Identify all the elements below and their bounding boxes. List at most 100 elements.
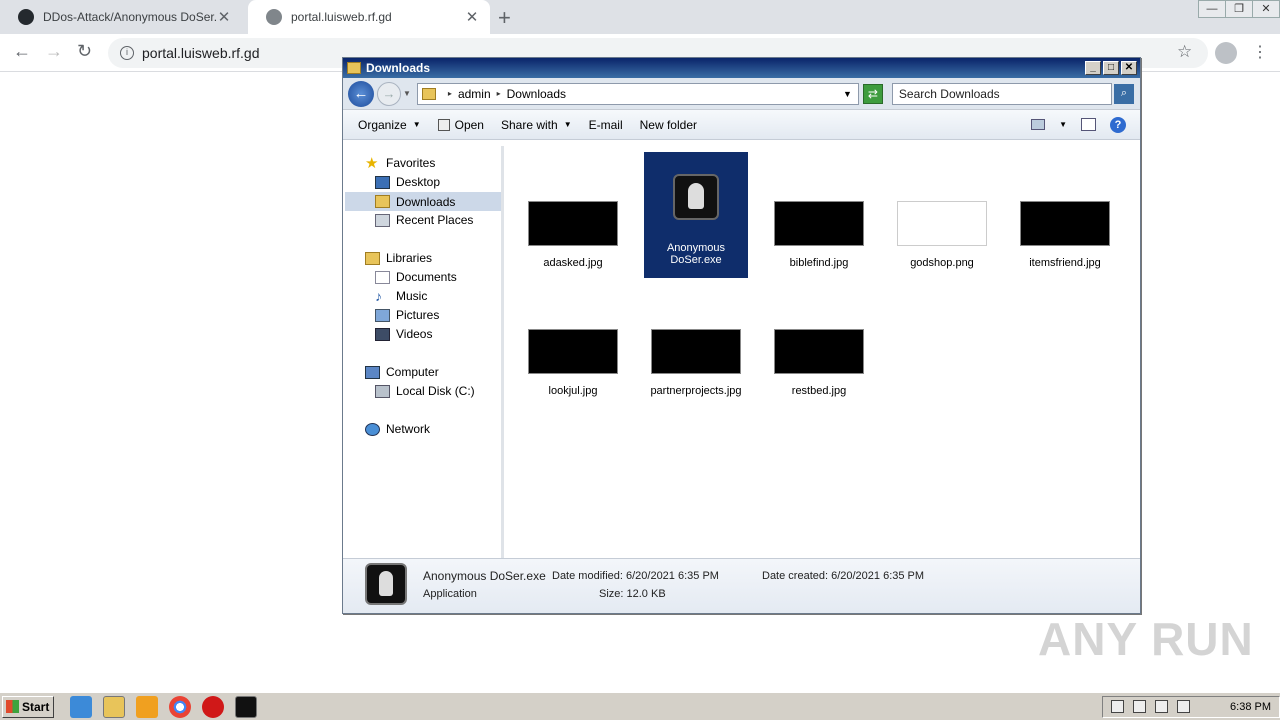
downloads-folder-icon — [375, 195, 390, 208]
explorer-address-row: ← → ▼ ▸ admin ▸ Downloads ▼ ⇄ Search Dow… — [343, 78, 1140, 110]
view-controls: ▼ ? — [1017, 116, 1126, 133]
details-file-name: Anonymous DoSer.exe — [423, 569, 546, 583]
forward-arrow-icon[interactable]: → — [45, 41, 63, 62]
path-bar[interactable]: ▸ admin ▸ Downloads ▼ — [416, 82, 859, 105]
start-button[interactable]: Start — [2, 695, 54, 718]
search-icon[interactable]: ⌕ — [1113, 83, 1134, 104]
tab-close-icon[interactable]: ✕ — [216, 8, 232, 26]
image-thumbnail — [528, 329, 618, 374]
nav-pictures[interactable]: Pictures — [375, 308, 439, 322]
opera-icon[interactable] — [202, 695, 224, 718]
star-icon: ★ — [365, 154, 379, 172]
bookmark-star-icon[interactable]: ☆ — [1177, 42, 1192, 62]
folder-icon — [421, 87, 436, 100]
breadcrumb-admin[interactable]: admin — [458, 87, 491, 101]
file-item[interactable]: partnerprojects.jpg — [644, 329, 748, 397]
nav-computer[interactable]: Computer — [365, 365, 439, 379]
maximize-button[interactable]: □ — [1103, 61, 1119, 75]
chevron-down-icon[interactable]: ▼ — [403, 89, 411, 98]
nav-favorites[interactable]: ★ Favorites — [365, 154, 435, 172]
share-with-button[interactable]: Share with ▼ — [501, 118, 572, 132]
windows-logo-icon — [6, 700, 19, 713]
breadcrumb-downloads[interactable]: Downloads — [507, 87, 566, 101]
explorer-window-controls: _ □ ✕ — [1083, 61, 1137, 75]
nav-desktop[interactable]: Desktop — [375, 175, 440, 189]
computer-icon — [365, 365, 380, 379]
url-text: portal.luisweb.rf.gd — [142, 45, 260, 61]
anonymous-app-icon — [673, 174, 719, 220]
tab-title: DDos-Attack/Anonymous DoSer.exe — [43, 10, 216, 24]
network-tray-icon[interactable] — [1155, 700, 1168, 713]
share-with-label: Share with — [500, 117, 558, 132]
minimize-button[interactable]: — — [1198, 0, 1226, 18]
minimize-button[interactable]: _ — [1085, 61, 1101, 75]
restore-button[interactable]: ❐ — [1225, 0, 1253, 18]
nav-label: Libraries — [386, 251, 433, 265]
kebab-menu-icon[interactable]: ⋮ — [1252, 42, 1268, 62]
file-name: Anonymous DoSer.exe — [666, 242, 726, 266]
back-arrow-icon[interactable]: ← — [348, 80, 374, 107]
chevron-right-icon[interactable]: ▸ — [497, 89, 501, 98]
internet-explorer-icon[interactable] — [70, 695, 92, 718]
recent-places-icon — [375, 213, 390, 227]
file-item[interactable]: godshop.png — [890, 201, 994, 269]
search-input[interactable]: Search Downloads — [891, 82, 1112, 105]
nav-label: Videos — [396, 327, 433, 341]
reload-icon[interactable]: ↻ — [77, 41, 92, 62]
tab-close-icon[interactable]: ✕ — [464, 8, 480, 26]
nav-label: Documents — [396, 270, 457, 284]
file-item[interactable]: adasked.jpg — [521, 201, 625, 269]
folder-icon — [347, 62, 361, 74]
preview-pane-icon[interactable] — [1081, 118, 1096, 131]
chevron-down-icon: ▼ — [563, 120, 572, 129]
tab-github[interactable]: DDos-Attack/Anonymous DoSer.exe ✕ — [0, 0, 242, 34]
nav-libraries[interactable]: Libraries — [365, 251, 432, 265]
nav-recent-places[interactable]: Recent Places — [375, 213, 473, 227]
tray-expand-icon[interactable] — [1111, 700, 1124, 713]
file-name: partnerprojects.jpg — [650, 385, 742, 397]
chevron-down-icon[interactable]: ▼ — [843, 89, 852, 99]
close-button[interactable]: ✕ — [1252, 0, 1280, 18]
email-button[interactable]: E-mail — [589, 118, 623, 132]
anonymous-app-taskbar-icon[interactable] — [235, 695, 257, 718]
help-icon[interactable]: ? — [1110, 116, 1126, 133]
chevron-right-icon[interactable]: ▸ — [448, 89, 452, 98]
file-item[interactable]: itemsfriend.jpg — [1013, 201, 1117, 269]
open-button[interactable]: Open — [437, 118, 484, 132]
speaker-icon[interactable] — [1133, 700, 1146, 713]
profile-avatar[interactable] — [1215, 42, 1237, 64]
nav-local-disk[interactable]: Local Disk (C:) — [375, 384, 475, 398]
nav-downloads[interactable]: Downloads — [345, 192, 501, 211]
file-list: adasked.jpg Anonymous DoSer.exe biblefin… — [507, 146, 1140, 558]
nav-videos[interactable]: Videos — [375, 327, 432, 341]
back-arrow-icon[interactable]: ← — [13, 41, 31, 62]
change-view-icon[interactable] — [1031, 119, 1046, 130]
explorer-taskbar-icon[interactable] — [103, 695, 125, 718]
close-button[interactable]: ✕ — [1121, 61, 1137, 75]
media-player-icon[interactable] — [136, 695, 158, 718]
file-item[interactable]: biblefind.jpg — [767, 201, 871, 269]
details-file-type: Application — [423, 588, 477, 600]
nav-documents[interactable]: Documents — [375, 270, 457, 284]
system-tray: 6:38 PM — [1102, 695, 1280, 718]
new-tab-button[interactable]: + — [498, 5, 511, 31]
flag-icon[interactable] — [1177, 700, 1190, 713]
new-folder-button[interactable]: New folder — [640, 118, 697, 132]
globe-icon — [266, 9, 282, 25]
taskbar: Start 6:38 PM — [0, 692, 1280, 720]
file-item[interactable]: lookjul.jpg — [521, 329, 625, 397]
explorer-titlebar[interactable]: Downloads _ □ ✕ — [343, 58, 1140, 78]
chrome-icon[interactable] — [169, 695, 191, 718]
tab-portal[interactable]: portal.luisweb.rf.gd ✕ — [248, 0, 490, 34]
chevron-down-icon[interactable]: ▼ — [1059, 120, 1067, 129]
nav-music[interactable]: ♪ Music — [375, 289, 427, 304]
file-name: itemsfriend.jpg — [1029, 257, 1101, 269]
refresh-icon[interactable]: ⇄ — [862, 83, 883, 104]
info-icon[interactable]: i — [120, 46, 134, 60]
organize-button[interactable]: Organize ▼ — [358, 118, 421, 132]
file-item-selected[interactable]: Anonymous DoSer.exe — [644, 152, 748, 278]
file-item[interactable]: restbed.jpg — [767, 329, 871, 397]
nav-network[interactable]: Network — [365, 422, 430, 436]
clock[interactable]: 6:38 PM — [1230, 701, 1271, 713]
forward-arrow-icon[interactable]: → — [377, 81, 401, 106]
